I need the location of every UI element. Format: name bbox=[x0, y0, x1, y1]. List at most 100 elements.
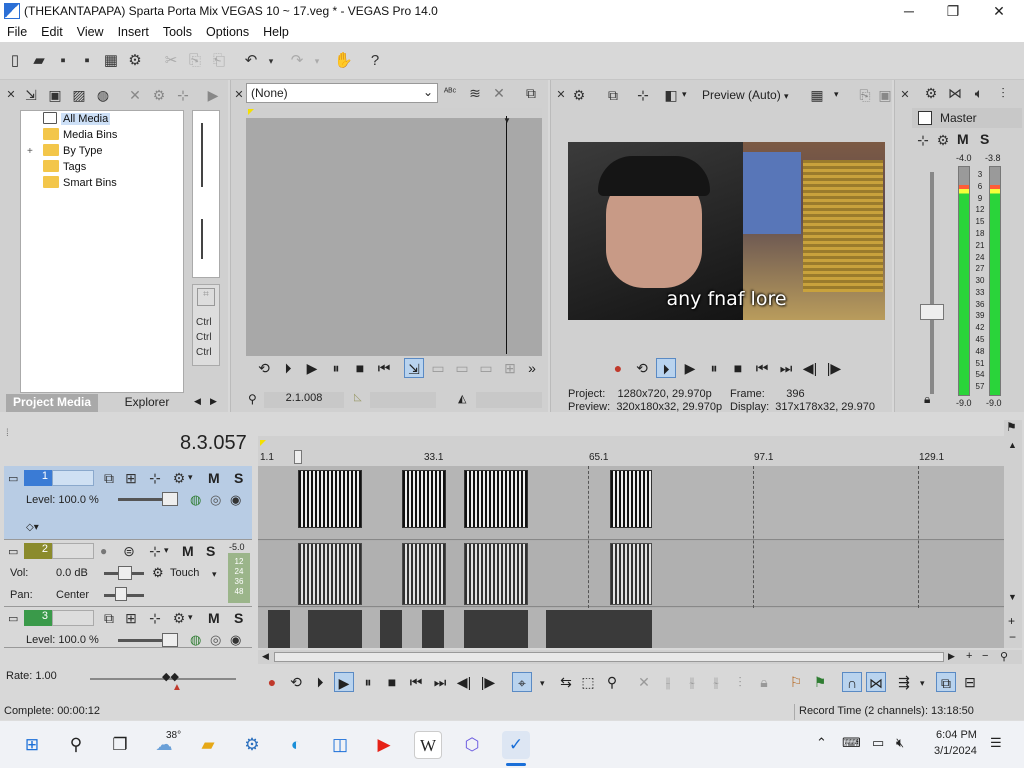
marker-icon[interactable]: ⚐ bbox=[786, 672, 806, 692]
track-fx-icon[interactable]: ⊞ bbox=[122, 609, 140, 627]
zoom-tool-icon[interactable]: ⚲ bbox=[1000, 650, 1008, 663]
tab-scroll-left-icon[interactable]: ◀ bbox=[194, 396, 201, 407]
tree-item-media-bins[interactable]: Media Bins bbox=[43, 128, 117, 144]
chevron-down-icon[interactable]: ▾ bbox=[834, 89, 839, 100]
undo-icon[interactable]: ↶ bbox=[242, 52, 260, 70]
track-mute-button[interactable]: M bbox=[208, 610, 220, 626]
search-icon[interactable]: ⚲ bbox=[62, 731, 90, 759]
chevron-down-icon[interactable]: ▾ bbox=[682, 89, 687, 100]
master-solo-button[interactable]: S bbox=[980, 131, 989, 147]
overwrite-icon[interactable]: ▭ bbox=[428, 358, 448, 378]
task-view-icon[interactable]: ❐ bbox=[106, 731, 134, 759]
play-icon[interactable]: ▶ bbox=[334, 672, 354, 692]
chevron-down-icon[interactable]: ▾ bbox=[188, 612, 193, 623]
pause-icon[interactable]: ⏸ bbox=[704, 358, 724, 378]
automation-mode[interactable]: Touch bbox=[170, 567, 199, 579]
whats-this-icon[interactable]: ✋ bbox=[334, 52, 353, 70]
pause-icon[interactable]: ⏸ bbox=[358, 672, 378, 692]
trimmer-clear-icon[interactable]: ✕ bbox=[490, 84, 508, 102]
stop-icon[interactable]: ■ bbox=[728, 358, 748, 378]
normal-edit-tool-icon[interactable]: ⌖ bbox=[512, 672, 532, 692]
preview-close-icon[interactable]: ✕ bbox=[552, 86, 570, 104]
arm-record-icon[interactable]: ● bbox=[100, 544, 107, 558]
master-fx-icon[interactable]: ⊹ bbox=[914, 131, 932, 149]
notifications-icon[interactable]: ☰ bbox=[990, 735, 1002, 751]
play-from-start-icon[interactable]: ⏵ bbox=[278, 358, 298, 378]
playhead-handle[interactable] bbox=[294, 450, 302, 464]
render-icon[interactable]: ▦ bbox=[102, 52, 120, 70]
scroll-up-icon[interactable]: ▲ bbox=[1008, 440, 1017, 450]
trim-icon[interactable]: ▭ bbox=[452, 358, 472, 378]
record-icon[interactable]: ● bbox=[608, 358, 628, 378]
track-mute-button[interactable]: M bbox=[182, 543, 194, 559]
play-from-start-icon[interactable]: ⏵ bbox=[656, 358, 676, 378]
vertical-scrollbar[interactable]: ⚑ ▲ ▼ + − bbox=[1004, 420, 1022, 648]
zoom-in-icon[interactable]: + bbox=[1008, 614, 1015, 628]
trim-icon[interactable]: ⫲ bbox=[658, 672, 678, 692]
ripple-icon[interactable]: ⇶ bbox=[894, 672, 914, 692]
go-to-start-icon[interactable]: ⏮ bbox=[406, 672, 426, 692]
next-frame-icon[interactable]: |▶ bbox=[478, 672, 498, 692]
video-clip[interactable] bbox=[298, 470, 362, 528]
redo-dropdown-icon[interactable]: ▾ bbox=[308, 52, 326, 70]
undo-dropdown-icon[interactable]: ▾ bbox=[262, 52, 280, 70]
downmix-icon[interactable]: ⋈ bbox=[946, 84, 964, 102]
track-name-field[interactable] bbox=[52, 470, 94, 486]
audio-clip[interactable] bbox=[610, 543, 652, 605]
save-snapshot-icon[interactable]: ▣ bbox=[876, 86, 894, 104]
zoom-in-icon[interactable]: + bbox=[966, 650, 972, 662]
capture-icon[interactable]: ▣ bbox=[46, 86, 64, 104]
next-frame-icon[interactable]: |▶ bbox=[824, 358, 844, 378]
app-icon[interactable]: ⬡ bbox=[458, 731, 486, 759]
go-to-start-icon[interactable]: ⏮ bbox=[374, 358, 394, 378]
remove-media-icon[interactable]: ▨ bbox=[70, 86, 88, 104]
preview-quality-select[interactable]: Preview (Auto) ▾ bbox=[702, 88, 789, 102]
open-folder-icon[interactable]: ▰ bbox=[30, 52, 48, 70]
region-icon[interactable]: ⚑ bbox=[810, 672, 830, 692]
start-menu-icon[interactable]: ⊞ bbox=[18, 731, 46, 759]
video-clip[interactable] bbox=[422, 610, 444, 648]
new-file-icon[interactable]: ▯ bbox=[6, 52, 24, 70]
track-gear-icon[interactable]: ⚙ bbox=[170, 609, 188, 627]
scroll-thumb[interactable] bbox=[274, 652, 944, 662]
video-clip[interactable] bbox=[402, 470, 446, 528]
video-clip[interactable] bbox=[464, 610, 528, 648]
selection-tool-icon[interactable]: ⬚ bbox=[578, 672, 598, 692]
speaker-icon[interactable]: 🔈︎ bbox=[970, 84, 988, 102]
envelope-tool-icon[interactable]: ⇆ bbox=[556, 672, 576, 692]
compositing-mode-icon[interactable]: ◎ bbox=[210, 492, 221, 508]
zoom-out-icon[interactable]: − bbox=[1009, 630, 1016, 644]
automation-gear-icon[interactable]: ⚙ bbox=[152, 565, 164, 581]
master-fader-handle[interactable] bbox=[920, 304, 944, 320]
track-solo-button[interactable]: S bbox=[234, 470, 243, 486]
track-name-field[interactable] bbox=[52, 610, 94, 626]
maximize-button[interactable]: ❐ bbox=[930, 0, 976, 22]
lock-envelopes-icon[interactable]: ⧉ bbox=[936, 672, 956, 692]
lock-icon[interactable]: 🔒︎ bbox=[924, 392, 930, 407]
media-fx-gear-icon[interactable]: ⚙ bbox=[150, 86, 168, 104]
track-solo-button[interactable]: S bbox=[234, 610, 243, 626]
loop-icon[interactable]: ⟲ bbox=[632, 358, 652, 378]
globe-icon[interactable]: ◍ bbox=[94, 86, 112, 104]
keyboard-icon[interactable]: ⌨ bbox=[842, 735, 861, 751]
tab-scroll-right-icon[interactable]: ▶ bbox=[210, 396, 217, 407]
menu-tools[interactable]: Tools bbox=[156, 22, 199, 39]
trimmer-window-icon[interactable]: ⧉ bbox=[522, 84, 540, 102]
trim-end-icon[interactable]: ⫳ bbox=[706, 672, 726, 692]
audio-clip[interactable] bbox=[402, 543, 446, 605]
play-icon[interactable]: ▶ bbox=[302, 358, 322, 378]
track-gear-icon[interactable]: ⚙ bbox=[170, 469, 188, 487]
split-icon[interactable]: ⊹ bbox=[174, 86, 192, 104]
fx-icon[interactable]: ⌗ bbox=[197, 288, 215, 306]
compositing-mode-icon[interactable]: ◎ bbox=[210, 632, 221, 648]
track-fx-icon[interactable]: ⊞ bbox=[122, 469, 140, 487]
clock-date[interactable]: 3/1/2024 bbox=[934, 745, 977, 757]
play-from-start-icon[interactable]: ⏵ bbox=[310, 672, 330, 692]
go-to-start-icon[interactable]: ⏮ bbox=[752, 358, 772, 378]
pan-slider-handle[interactable] bbox=[115, 587, 127, 601]
stop-icon[interactable]: ■ bbox=[382, 672, 402, 692]
close-button[interactable]: ✕ bbox=[976, 0, 1022, 22]
add-subclip-icon[interactable]: ⊞ bbox=[500, 358, 520, 378]
track-header-2[interactable]: ▭ 2 ● ⊜ ⊹ ▾ M S -5.0 12 24 36 48 Vol: 0.… bbox=[4, 541, 252, 607]
track-mute-button[interactable]: M bbox=[208, 470, 220, 486]
